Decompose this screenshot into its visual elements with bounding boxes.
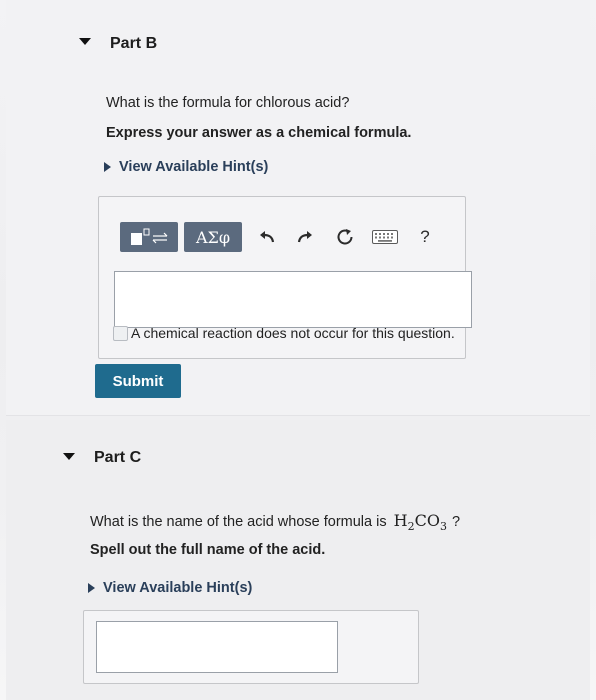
formula-subscript-3: 3 xyxy=(439,520,447,534)
template-button[interactable] xyxy=(120,222,178,252)
collapse-caret-icon[interactable] xyxy=(79,38,91,45)
formula-element-co: CO xyxy=(414,511,440,530)
part-b-title: Part B xyxy=(110,35,158,52)
reset-icon xyxy=(337,229,353,245)
redo-icon xyxy=(297,231,312,243)
hint-label: View Available Hint(s) xyxy=(119,159,269,175)
hint-label: View Available Hint(s) xyxy=(103,580,253,596)
expand-arrow-icon xyxy=(88,583,95,593)
help-icon: ? xyxy=(420,227,430,246)
formula-subscript-2: 2 xyxy=(407,520,415,534)
symbols-button[interactable]: ΑΣφ xyxy=(184,222,242,252)
question-prefix: What is the name of the acid whose formu… xyxy=(90,514,387,530)
undo-icon xyxy=(260,231,275,243)
page: Part B What is the formula for chlorous … xyxy=(0,0,596,700)
math-toolbar: ΑΣφ ? xyxy=(120,222,465,252)
submit-button[interactable]: Submit xyxy=(95,364,181,398)
part-b-question: What is the formula for chlorous acid? xyxy=(106,95,350,111)
part-c-question: What is the name of the acid whose formu… xyxy=(90,511,460,533)
part-c-hint-link[interactable]: View Available Hint(s) xyxy=(88,580,252,596)
no-reaction-checkbox[interactable] xyxy=(113,326,128,341)
collapse-caret-icon[interactable] xyxy=(63,453,75,460)
acid-formula: H2CO3 xyxy=(393,511,452,534)
question-suffix: ? xyxy=(452,514,461,530)
template-icon xyxy=(131,228,168,245)
no-reaction-label: A chemical reaction does not occur for t… xyxy=(131,325,455,341)
part-b-answer-input[interactable] xyxy=(114,271,472,328)
expand-arrow-icon xyxy=(104,162,111,172)
submit-label: Submit xyxy=(112,372,164,390)
reset-button[interactable] xyxy=(330,228,360,246)
part-c-answer-input[interactable] xyxy=(96,621,338,673)
part-b-hint-link[interactable]: View Available Hint(s) xyxy=(104,159,268,175)
undo-button[interactable] xyxy=(252,230,282,244)
part-b-instruction: Express your answer as a chemical formul… xyxy=(106,125,412,141)
formula-element-h: H xyxy=(393,511,408,530)
redo-button[interactable] xyxy=(290,230,320,244)
help-button[interactable]: ? xyxy=(412,227,438,247)
part-c-title: Part C xyxy=(94,449,142,466)
symbols-label: ΑΣφ xyxy=(195,227,231,247)
keyboard-button[interactable] xyxy=(368,230,402,244)
part-c-instruction: Spell out the full name of the acid. xyxy=(90,542,326,558)
keyboard-icon xyxy=(372,230,398,244)
